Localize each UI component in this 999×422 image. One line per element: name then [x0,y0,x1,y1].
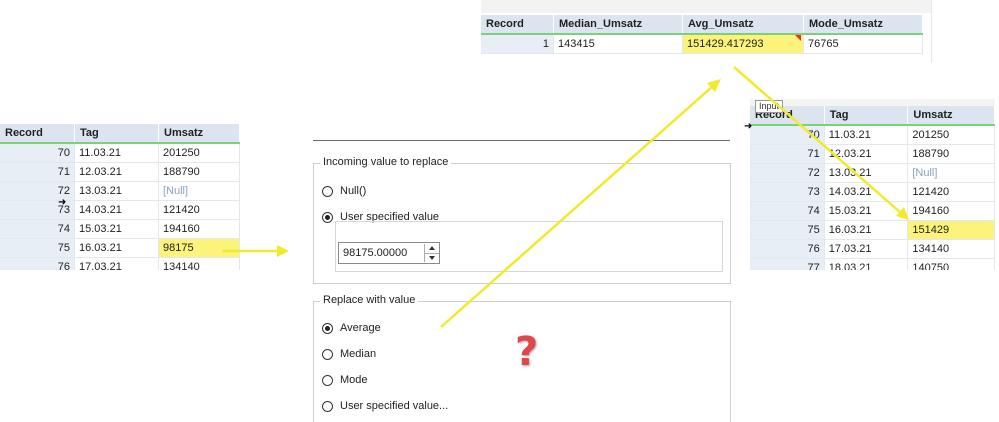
arrow-average-to-result [440,79,721,328]
arrow-result-to-output [733,66,909,220]
question-mark-annotation: ? [515,329,539,375]
arrow-left-to-panel [222,245,289,257]
annotation-arrows [222,66,909,328]
